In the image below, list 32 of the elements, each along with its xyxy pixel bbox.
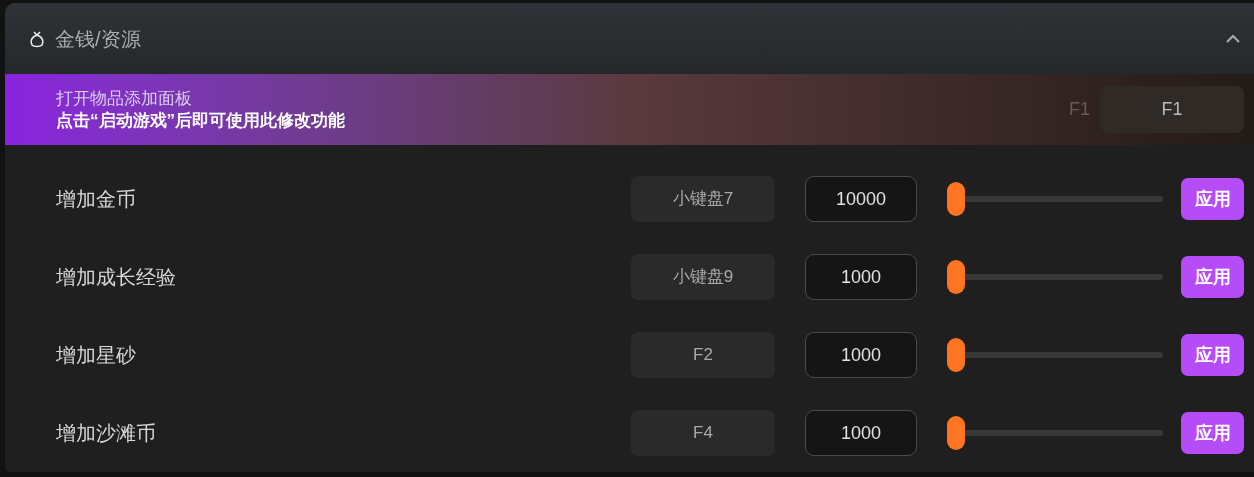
hotkey-button[interactable]: 小键盘9 — [631, 254, 775, 300]
banner-subtitle: 点击“启动游戏”后即可使用此修改功能 — [56, 109, 345, 132]
banner-title: 打开物品添加面板 — [56, 87, 193, 110]
hotkey-hint: F1 — [1069, 98, 1090, 122]
section-title: 金钱/资源 — [55, 26, 141, 52]
slider-thumb[interactable] — [947, 260, 965, 294]
row-label: 增加星砂 — [56, 343, 137, 368]
amount-field[interactable]: 10000 — [805, 176, 917, 222]
slider[interactable] — [947, 338, 1163, 372]
section-header[interactable]: 金钱/资源 — [5, 3, 1254, 75]
slider-thumb[interactable] — [947, 416, 965, 450]
hotkey-button[interactable]: 小键盘7 — [631, 176, 775, 222]
money-bag-icon — [27, 28, 47, 49]
slider[interactable] — [947, 416, 1163, 450]
collapse-chevron-icon[interactable] — [1224, 32, 1242, 45]
apply-button[interactable]: 应用 — [1181, 412, 1244, 454]
slider[interactable] — [947, 260, 1163, 294]
apply-button[interactable]: 应用 — [1181, 178, 1244, 220]
hotkey-button[interactable]: F2 — [631, 332, 775, 378]
slider-thumb[interactable] — [947, 182, 965, 216]
hotkey-button[interactable]: F1 — [1100, 86, 1244, 134]
row-label: 增加沙滩币 — [56, 421, 157, 446]
row-label: 增加金币 — [56, 187, 137, 212]
apply-button[interactable]: 应用 — [1181, 334, 1244, 376]
apply-button[interactable]: 应用 — [1181, 256, 1244, 298]
amount-field[interactable]: 1000 — [805, 410, 917, 456]
amount-field[interactable]: 1000 — [805, 254, 917, 300]
slider-thumb[interactable] — [947, 338, 965, 372]
row-label: 增加成长经验 — [56, 265, 177, 290]
amount-field[interactable]: 1000 — [805, 332, 917, 378]
slider[interactable] — [947, 182, 1163, 216]
hotkey-button[interactable]: F4 — [631, 410, 775, 456]
